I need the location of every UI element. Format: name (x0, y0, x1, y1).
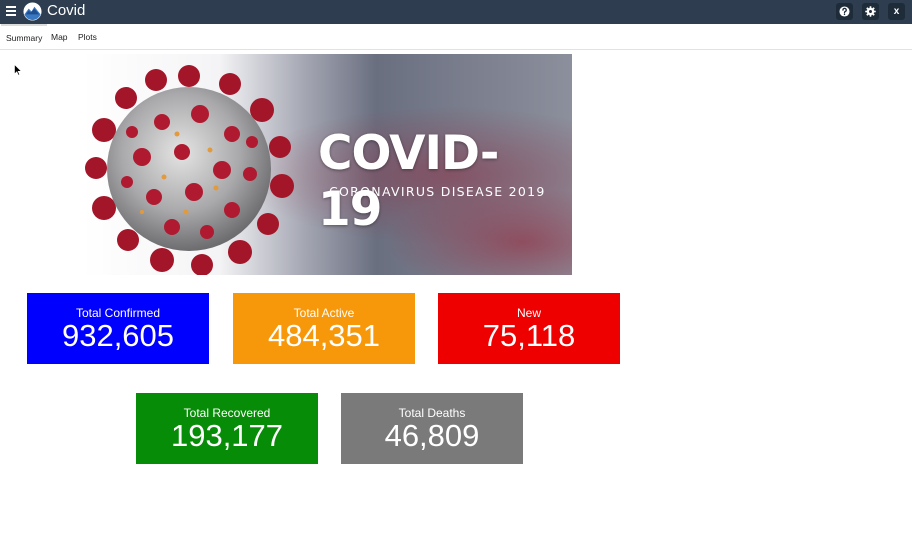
gear-icon (865, 6, 876, 17)
new-cases-card: New 75,118 (438, 293, 620, 364)
stat-value: 75,118 (482, 318, 576, 353)
question-mark-icon (839, 6, 850, 17)
tab-summary[interactable]: Summary (1, 24, 48, 50)
stat-value: 193,177 (170, 418, 284, 453)
settings-button[interactable] (862, 3, 879, 20)
total-active-card: Total Active 484,351 (233, 293, 415, 364)
close-icon: x (893, 6, 900, 17)
stat-value: 932,605 (61, 318, 175, 353)
stat-value: 484,351 (267, 318, 381, 353)
total-confirmed-card: Total Confirmed 932,605 (27, 293, 209, 364)
mouse-cursor-icon (14, 64, 22, 76)
covid-banner-image: COVID-19 CORONAVIRUS DISEASE 2019 (82, 54, 572, 275)
tab-bar: Summary Map Plots (0, 24, 912, 50)
banner-subtitle: CORONAVIRUS DISEASE 2019 (329, 184, 546, 199)
help-button[interactable] (836, 3, 853, 20)
hamburger-menu-icon[interactable] (6, 6, 16, 18)
coronavirus-icon (85, 65, 294, 275)
app-titlebar: Covid x (0, 0, 912, 24)
app-title: Covid (47, 2, 86, 19)
tab-plots[interactable]: Plots (73, 24, 102, 50)
tab-map[interactable]: Map (46, 24, 73, 50)
app-logo-icon (23, 2, 42, 21)
close-button[interactable]: x (888, 3, 905, 20)
total-deaths-card: Total Deaths 46,809 (341, 393, 523, 464)
total-recovered-card: Total Recovered 193,177 (136, 393, 318, 464)
banner-title: COVID-19 (318, 126, 499, 237)
stat-value: 46,809 (384, 418, 480, 453)
